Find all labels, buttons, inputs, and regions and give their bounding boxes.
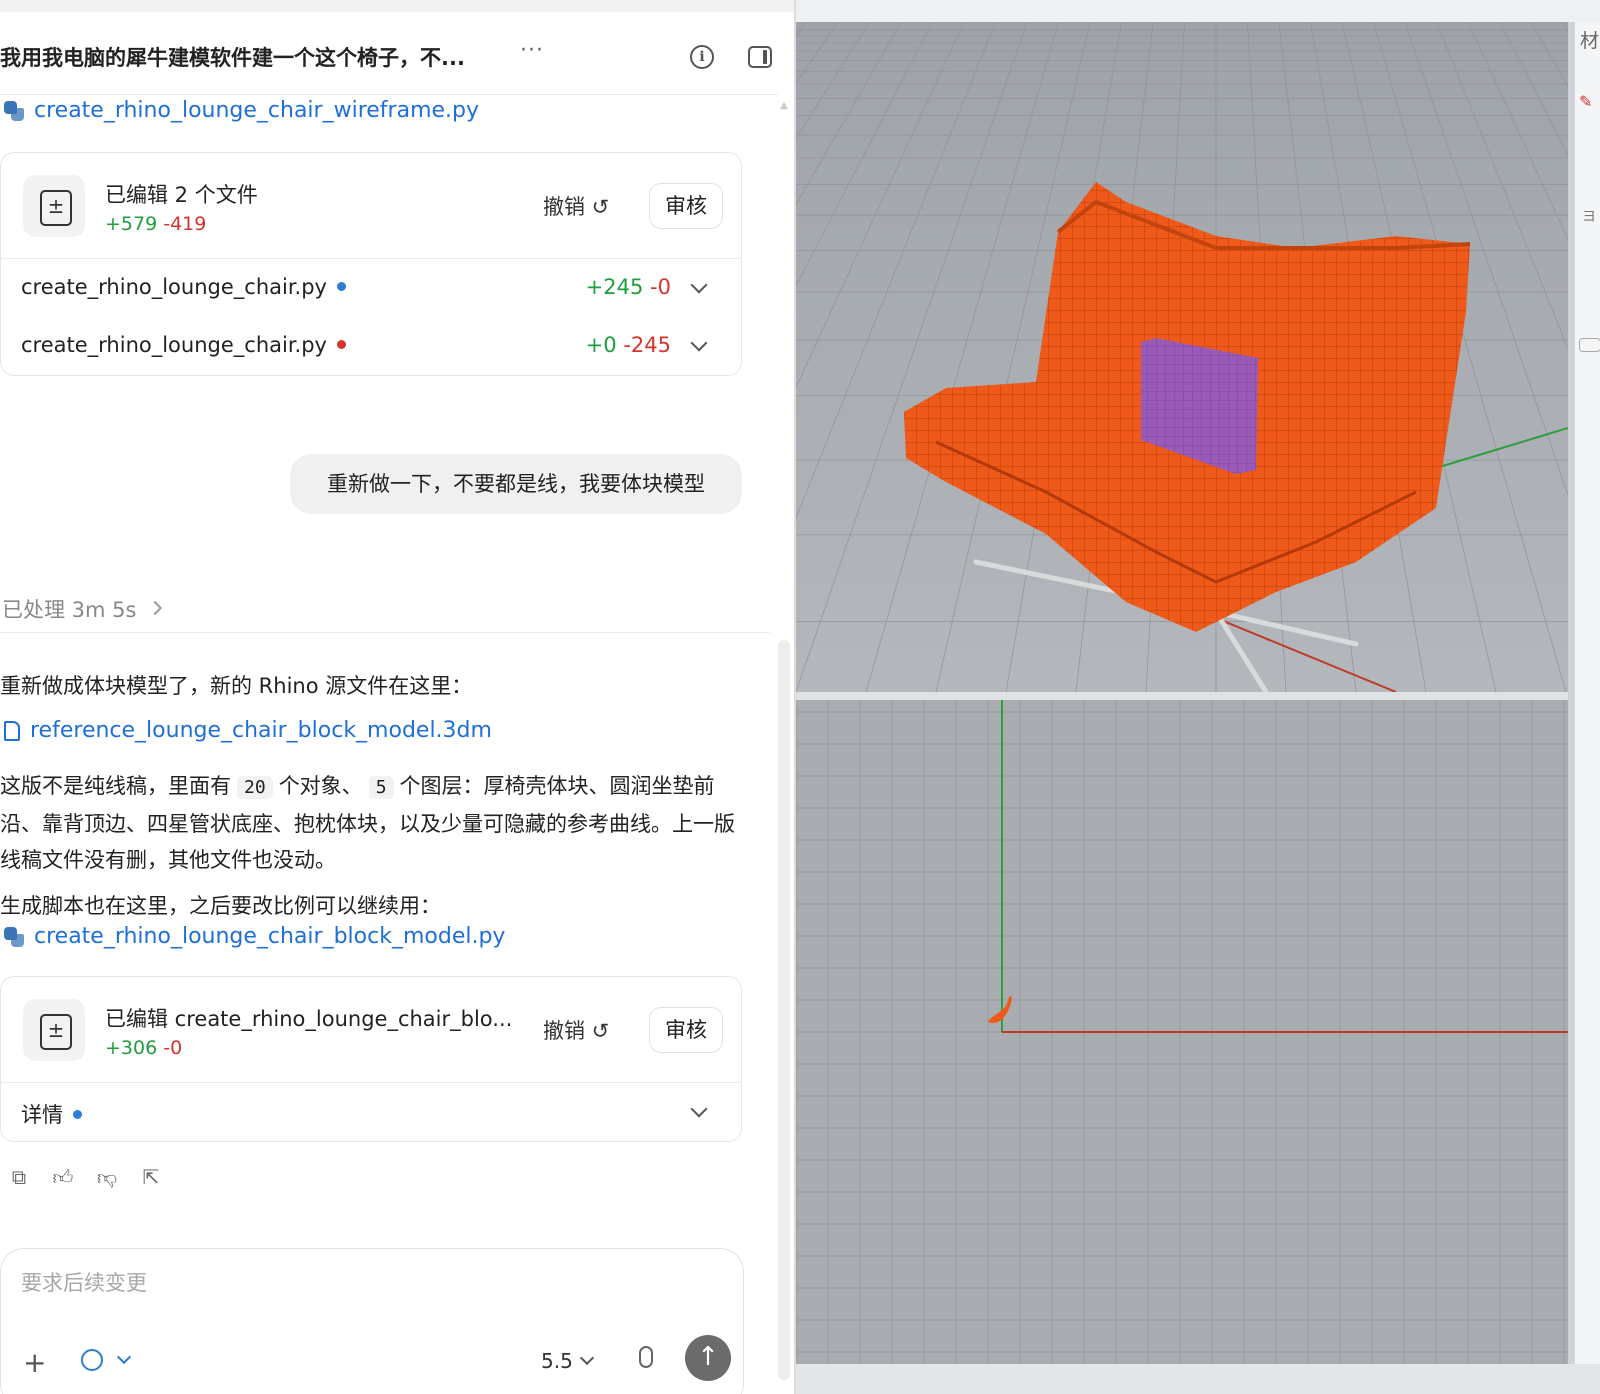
processed-divider [0, 632, 770, 633]
chat-scrollbar[interactable] [778, 640, 790, 1380]
perspective-viewport[interactable] [796, 22, 1568, 692]
edited-file-card-header: 已编辑 create_rhino_lounge_chair_blo... +30… [1, 977, 741, 1083]
modified-dot [336, 281, 346, 291]
edited-file-name: create_rhino_lounge_chair.py [21, 275, 346, 299]
thumbs-up-icon[interactable]: 👍︎ [52, 1166, 74, 1188]
chevron-down-icon[interactable] [690, 334, 708, 352]
edited-file-stats: +245 -0 [585, 275, 671, 299]
info-icon[interactable]: i [690, 45, 714, 69]
model-select[interactable]: 5.5 [541, 1349, 573, 1373]
deleted-dot [336, 339, 346, 349]
dock-toggle[interactable] [1579, 338, 1600, 352]
copy-icon[interactable]: ⧉ [8, 1166, 30, 1188]
toggle-sidebar-icon[interactable] [748, 46, 772, 68]
undo-button[interactable]: 撤销 ↺ [543, 191, 609, 221]
block-model-script-name: create_rhino_lounge_chair_block_model.py [34, 924, 506, 949]
python-file-icon [4, 926, 24, 947]
processing-time-toggle[interactable]: 已处理 3m 5s [2, 594, 136, 624]
edited-files-card: 已编辑 2 个文件 +579 -419 撤销 ↺ 审核 create_rhino… [0, 152, 742, 376]
perspective-canvas [796, 22, 1568, 692]
microphone-icon[interactable] [639, 1346, 653, 1368]
material-icon[interactable]: ✎ [1579, 92, 1592, 111]
message-actions: ⧉ 👍︎ 👎︎ ⇱ [8, 1166, 162, 1188]
details-row[interactable]: 详情 [1, 1083, 741, 1141]
edited-file-row[interactable]: create_rhino_lounge_chair.py +245 -0 [1, 259, 741, 317]
reply-description: 这版不是纯线稿，里面有 20 个对象、 5 个图层：厚椅壳体块、圆润坐垫前沿、靠背顶边、… [0, 774, 735, 872]
lines-removed: -0 [163, 1037, 183, 1059]
chevron-down-icon[interactable] [579, 1350, 595, 1366]
dock-tab-label[interactable]: 材 [1580, 26, 1599, 53]
review-button[interactable]: 审核 [649, 1007, 723, 1053]
review-button[interactable]: 审核 [649, 183, 723, 229]
chat-top-strip [0, 0, 794, 12]
wireframe-script-link[interactable]: create_rhino_lounge_chair_wireframe.py [4, 98, 479, 123]
dock-text: ヨ [1582, 209, 1596, 225]
details-label: 详情 [21, 1099, 82, 1129]
edited-file-stats: +306 -0 [105, 1037, 182, 1059]
user-message-bubble: 重新做一下，不要都是线，我要体块模型 [290, 454, 742, 514]
modified-dot [73, 1109, 82, 1119]
rhino-toolbar-strip [796, 0, 1600, 22]
lines-removed: -419 [163, 213, 207, 235]
more-options-button[interactable]: ··· [520, 38, 544, 63]
rhino-window: 材 ✎ ヨ [796, 0, 1600, 1394]
diff-file-icon [23, 999, 85, 1061]
edited-file-card: 已编辑 create_rhino_lounge_chair_blo... +30… [0, 976, 742, 1142]
mode-icon[interactable] [81, 1349, 103, 1371]
composer: + 5.5 ↑ [0, 1248, 744, 1394]
edited-file-name: create_rhino_lounge_chair.py [21, 333, 346, 357]
chevron-down-icon[interactable] [690, 1100, 708, 1118]
add-attachment-button[interactable]: + [23, 1349, 46, 1377]
wireframe-script-name: create_rhino_lounge_chair_wireframe.py [34, 98, 480, 123]
conversation-title[interactable]: 我用我电脑的犀牛建模软件建一个这个椅子，不... [0, 42, 465, 72]
undo-button[interactable]: 撤销 ↺ [543, 1015, 609, 1045]
follow-up-input[interactable] [21, 1271, 721, 1295]
chevron-down-icon[interactable] [116, 1349, 132, 1365]
viewport-separator[interactable] [796, 692, 1568, 700]
edited-file-stats: +0 -245 [585, 333, 671, 357]
lines-added: +579 [105, 213, 158, 235]
lines-added: +306 [105, 1037, 158, 1059]
block-model-file-name: reference_lounge_chair_block_model.3dm [30, 718, 492, 743]
top-canvas [796, 700, 1568, 1364]
right-properties-dock: 材 ✎ ヨ [1574, 22, 1600, 1364]
send-button[interactable]: ↑ [685, 1335, 731, 1381]
block-model-script-link[interactable]: create_rhino_lounge_chair_block_model.py [4, 924, 505, 949]
script-intro: 生成脚本也在这里，之后要改比例可以继续用： [0, 894, 441, 918]
edited-files-title: 已编辑 2 个文件 [105, 183, 258, 207]
block-model-file-link[interactable]: reference_lounge_chair_block_model.3dm [4, 718, 492, 743]
edited-file-row[interactable]: create_rhino_lounge_chair.py +0 -245 [1, 317, 741, 375]
reply-intro: 重新做成体块模型了，新的 Rhino 源文件在这里： [0, 674, 473, 698]
top-viewport[interactable] [796, 700, 1568, 1364]
edited-files-stats: +579 -419 [105, 213, 206, 235]
edited-file-title: 已编辑 create_rhino_lounge_chair_blo... [105, 1007, 513, 1031]
diff-file-icon [23, 175, 85, 237]
chat-panel: 我用我电脑的犀牛建模软件建一个这个椅子，不... ··· i create_rh… [0, 0, 794, 1394]
edited-files-card-header: 已编辑 2 个文件 +579 -419 撤销 ↺ 审核 [1, 153, 741, 259]
scroll-up-icon[interactable]: ▲ [778, 100, 790, 114]
layer-count: 5 [368, 776, 394, 799]
chevron-down-icon[interactable] [690, 276, 708, 294]
rhino-status-strip [796, 1364, 1600, 1394]
python-file-icon [4, 100, 24, 121]
chevron-right-icon[interactable] [147, 600, 163, 616]
thumbs-down-icon[interactable]: 👎︎ [96, 1166, 118, 1188]
object-count: 20 [237, 776, 273, 799]
document-icon [4, 720, 20, 741]
share-icon[interactable]: ⇱ [140, 1166, 162, 1188]
header-divider [0, 94, 778, 95]
